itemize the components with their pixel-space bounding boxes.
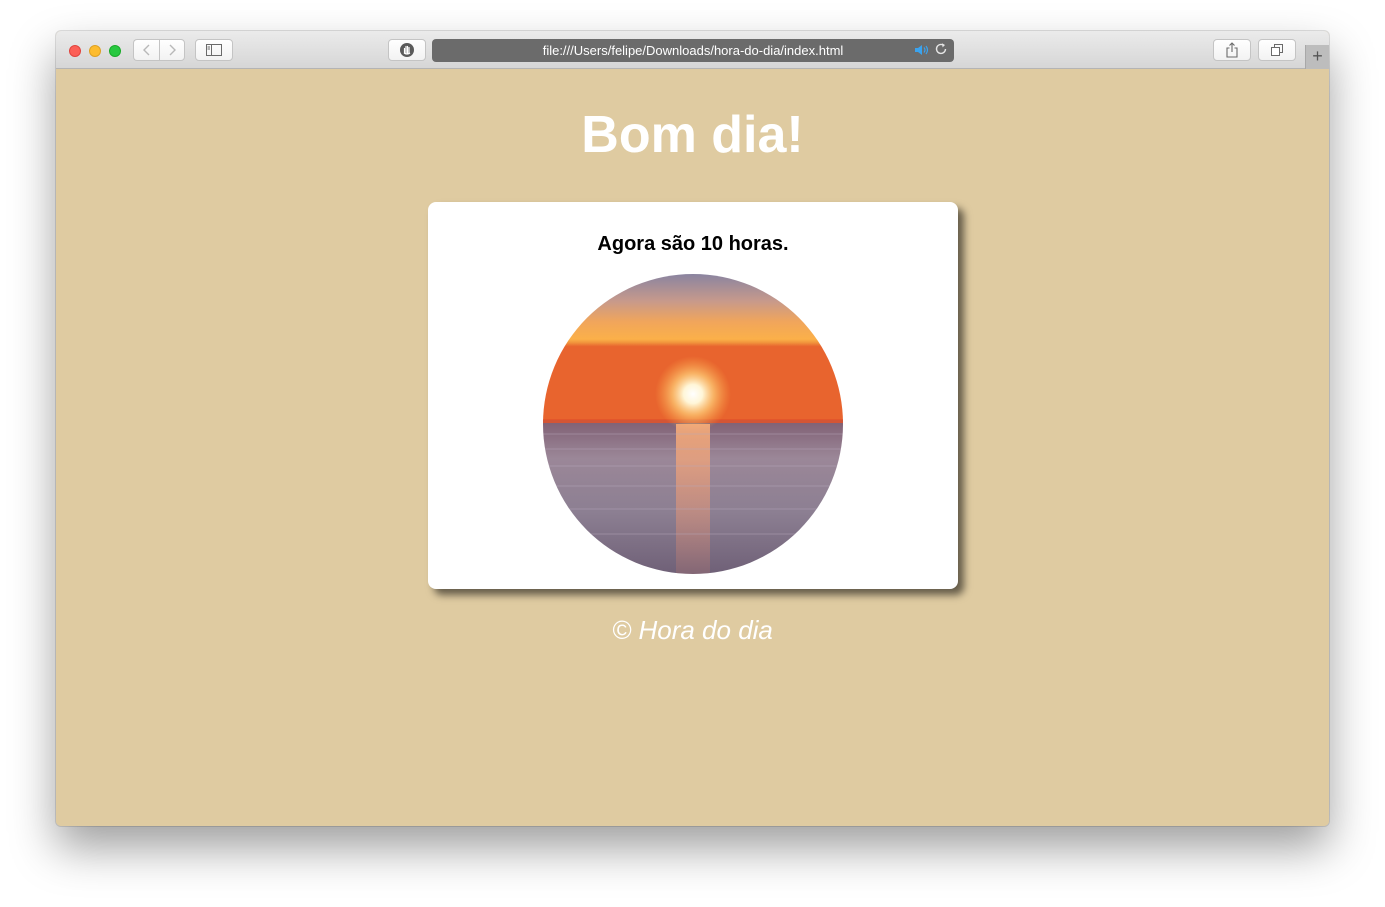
share-button[interactable] [1213, 39, 1251, 61]
tabs-icon [1271, 44, 1283, 56]
forward-button[interactable] [159, 39, 185, 61]
time-card: Agora são 10 horas. [428, 202, 958, 589]
speaker-icon[interactable] [914, 43, 930, 60]
address-url: file:///Users/felipe/Downloads/hora-do-d… [542, 43, 844, 58]
plus-icon: + [1312, 46, 1323, 66]
chevron-right-icon [169, 44, 176, 56]
chevron-left-icon [142, 44, 149, 56]
minimize-window-button[interactable] [89, 45, 101, 57]
close-window-button[interactable] [69, 45, 81, 57]
address-bar[interactable]: file:///Users/felipe/Downloads/hora-do-d… [432, 39, 954, 62]
show-tabs-button[interactable] [1258, 39, 1296, 61]
sidebar-icon [206, 44, 222, 56]
sunset-image [543, 274, 843, 574]
reload-icon[interactable] [934, 42, 948, 59]
hand-icon [400, 43, 414, 57]
footer-copyright: © Hora do dia [612, 615, 773, 645]
time-message: Agora são 10 horas. [597, 233, 789, 255]
back-button[interactable] [133, 39, 159, 61]
maximize-window-button[interactable] [109, 45, 121, 57]
new-tab-button[interactable]: + [1305, 45, 1329, 69]
browser-toolbar: file:///Users/felipe/Downloads/hora-do-d… [56, 31, 1329, 69]
sidebar-button[interactable] [195, 39, 233, 61]
share-icon [1226, 42, 1238, 58]
privacy-button[interactable] [388, 39, 426, 61]
browser-window: file:///Users/felipe/Downloads/hora-do-d… [56, 31, 1329, 826]
page-content: Bom dia! Agora são 10 horas. © Hora do d… [56, 69, 1329, 826]
navigation-buttons [133, 39, 185, 61]
page-heading: Bom dia! [581, 106, 804, 164]
